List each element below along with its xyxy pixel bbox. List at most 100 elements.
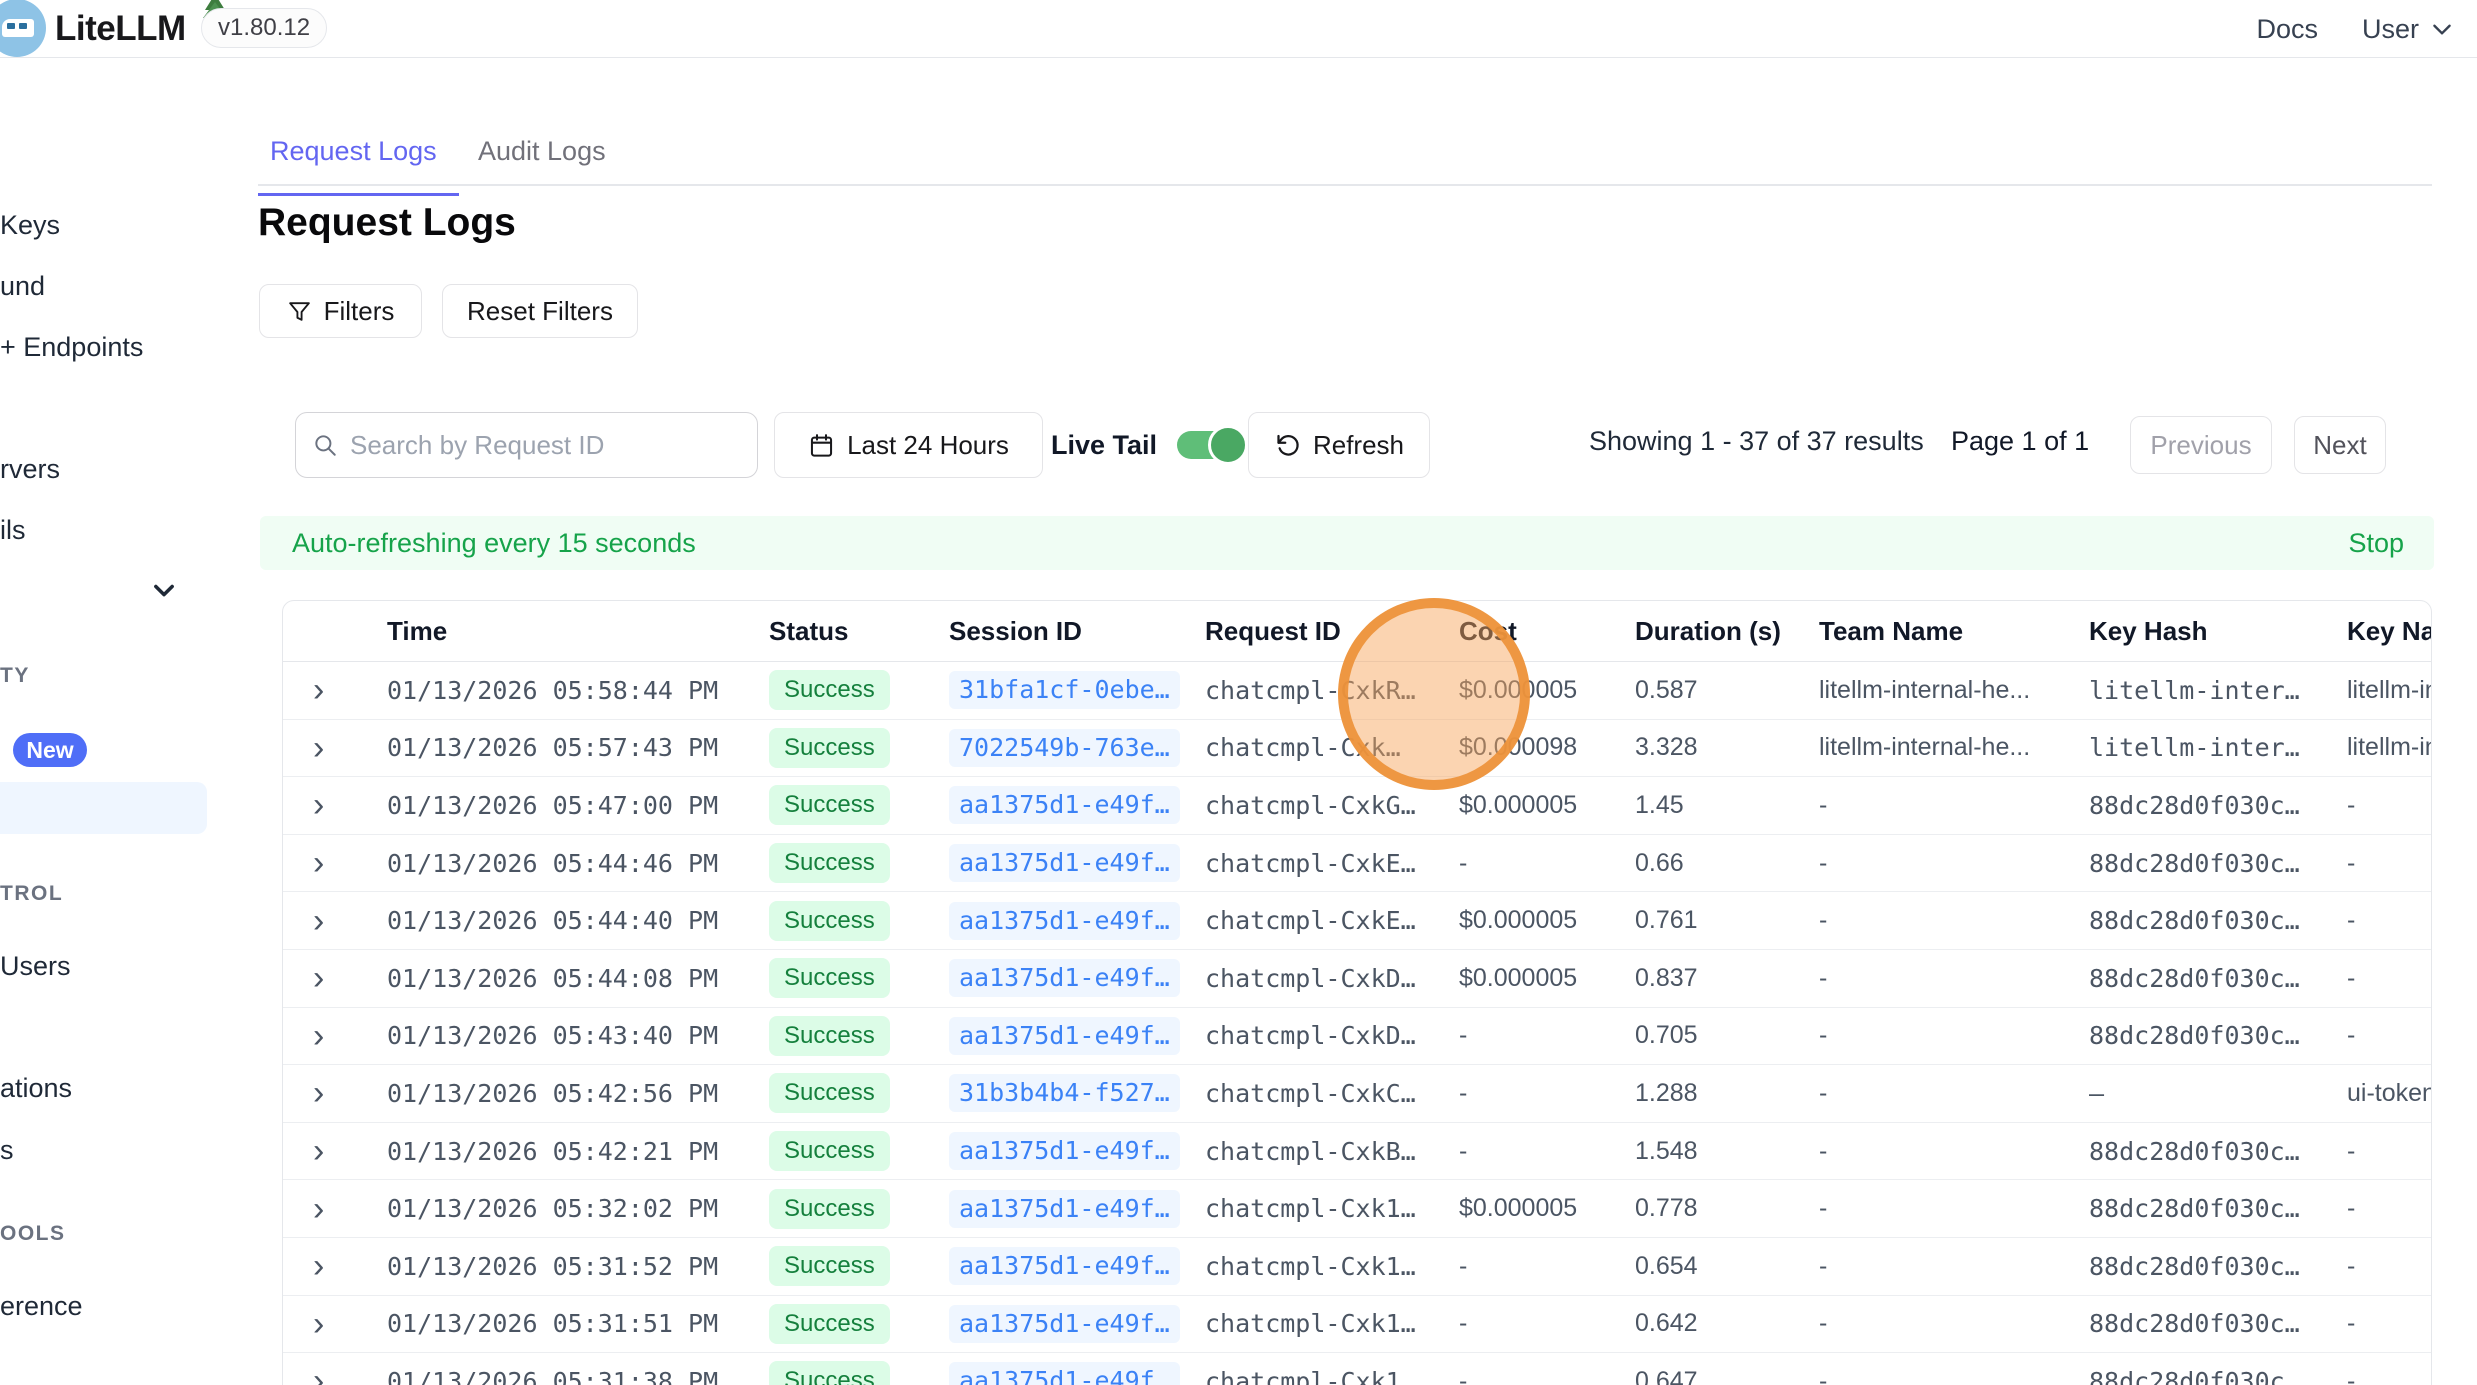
sidebar-item-organizations[interactable]: ations [0, 1073, 72, 1104]
cell-duration: 0.66 [1619, 849, 1803, 878]
sidebar-item-playground[interactable]: und [0, 271, 45, 302]
sidebar-section-access-control: TROL [0, 882, 63, 906]
session-id-link[interactable]: aa1375d1-e49f… [949, 1362, 1180, 1385]
cell-team-name: - [1803, 1021, 2073, 1050]
expand-row-chevron-icon[interactable]: › [299, 1249, 324, 1283]
session-id-link[interactable]: aa1375d1-e49f… [949, 1190, 1180, 1228]
cell-cost: - [1443, 1309, 1619, 1338]
sidebar-item-models-endpoints[interactable]: + Endpoints [0, 332, 143, 363]
session-id-link[interactable]: aa1375d1-e49f… [949, 844, 1180, 882]
table-row[interactable]: › 01/13/2026 05:31:52 PM Success aa1375d… [283, 1238, 2431, 1296]
expand-row-chevron-icon[interactable]: › [299, 1192, 324, 1226]
session-id-link[interactable]: aa1375d1-e49f… [949, 786, 1180, 824]
table-row[interactable]: › 01/13/2026 05:42:21 PM Success aa1375d… [283, 1123, 2431, 1181]
cell-key-name: - [2331, 1367, 2431, 1385]
search-input[interactable] [350, 430, 741, 461]
table-row[interactable]: › 01/13/2026 05:58:44 PM Success 31bfa1c… [283, 662, 2431, 720]
session-id-link[interactable]: aa1375d1-e49f… [949, 1247, 1180, 1285]
cell-request-id: chatcmpl-CxkC… [1189, 1079, 1443, 1108]
cell-cost: $0.000005 [1443, 964, 1619, 993]
table-row[interactable]: › 01/13/2026 05:44:40 PM Success aa1375d… [283, 892, 2431, 950]
sidebar-item-virtual-keys[interactable]: Keys [0, 210, 60, 241]
session-id-link[interactable]: 31b3b4b4-f527… [949, 1074, 1180, 1112]
expand-row-chevron-icon[interactable]: › [299, 788, 324, 822]
brand-title[interactable]: LiteLLM [55, 9, 186, 49]
cell-request-id: chatcmpl-CxkR… [1189, 676, 1443, 705]
expand-row-chevron-icon[interactable]: › [299, 1364, 324, 1385]
cell-team-name: - [1803, 1309, 2073, 1338]
previous-page-button[interactable]: Previous [2130, 416, 2272, 474]
table-row[interactable]: › 01/13/2026 05:42:56 PM Success 31b3b4b… [283, 1065, 2431, 1123]
auto-refresh-banner: Auto-refreshing every 15 seconds Stop [260, 516, 2434, 570]
expand-row-chevron-icon[interactable]: › [299, 673, 324, 707]
expand-row-chevron-icon[interactable]: › [299, 904, 324, 938]
sidebar-item-guardrails[interactable]: ils [0, 515, 26, 546]
table-row[interactable]: › 01/13/2026 05:44:08 PM Success aa1375d… [283, 950, 2431, 1008]
auto-refresh-message: Auto-refreshing every 15 seconds [292, 528, 696, 559]
reset-filters-button[interactable]: Reset Filters [442, 284, 638, 338]
cell-cost: - [1443, 1252, 1619, 1281]
session-id-link[interactable]: 7022549b-763e… [949, 729, 1180, 767]
expand-row-chevron-icon[interactable]: › [299, 1307, 324, 1341]
session-id-link[interactable]: aa1375d1-e49f… [949, 1305, 1180, 1343]
cell-key-name: litellm-int [2331, 733, 2431, 762]
expand-row-chevron-icon[interactable]: › [299, 1134, 324, 1168]
expand-row-chevron-icon[interactable]: › [299, 846, 324, 880]
cell-cost: $0.000005 [1443, 906, 1619, 935]
refresh-icon [1274, 432, 1301, 459]
session-id-link[interactable]: 31bfa1cf-0ebe… [949, 671, 1180, 709]
session-id-link[interactable]: aa1375d1-e49f… [949, 1017, 1180, 1055]
sidebar-nav: Keys und + Endpoints rvers ils TY New TR… [0, 58, 232, 1385]
sidebar-collapse-chevron-icon[interactable] [150, 576, 178, 604]
live-tail-toggle[interactable] [1177, 431, 1245, 459]
user-menu[interactable]: User [2362, 14, 2455, 45]
cell-time: 01/13/2026 05:43:40 PM [371, 1021, 753, 1050]
cell-request-id: chatcmpl-CxkE… [1189, 906, 1443, 935]
date-range-button[interactable]: Last 24 Hours [774, 412, 1043, 478]
col-request-id: Request ID [1189, 616, 1443, 647]
cell-cost: $0.000098 [1443, 733, 1619, 762]
status-badge: Success [769, 843, 890, 883]
expand-row-chevron-icon[interactable]: › [299, 731, 324, 765]
sidebar-item-logs-selected[interactable] [0, 782, 207, 834]
table-row[interactable]: › 01/13/2026 05:32:02 PM Success aa1375d… [283, 1180, 2431, 1238]
results-summary: Showing 1 - 37 of 37 results [1589, 426, 1924, 457]
table-row[interactable]: › 01/13/2026 05:44:46 PM Success aa1375d… [283, 835, 2431, 893]
expand-row-chevron-icon[interactable]: › [299, 961, 324, 995]
cell-request-id: chatcmpl-CxkE… [1189, 849, 1443, 878]
session-id-link[interactable]: aa1375d1-e49f… [949, 902, 1180, 940]
expand-row-chevron-icon[interactable]: › [299, 1076, 324, 1110]
next-page-button[interactable]: Next [2294, 416, 2386, 474]
cell-key-hash: 88dc28d0f030c… [2073, 1021, 2331, 1050]
expand-row-chevron-icon[interactable]: › [299, 1019, 324, 1053]
cell-time: 01/13/2026 05:57:43 PM [371, 733, 753, 762]
docs-link[interactable]: Docs [2256, 14, 2318, 45]
cell-request-id: chatcmpl-CxkG… [1189, 791, 1443, 820]
sidebar-item-internal-users[interactable]: Users [0, 951, 71, 982]
status-badge: Success [769, 1131, 890, 1171]
table-row[interactable]: › 01/13/2026 05:31:51 PM Success aa1375d… [283, 1296, 2431, 1354]
cell-cost: - [1443, 1137, 1619, 1166]
status-badge: Success [769, 1246, 890, 1286]
sidebar-item-mcp-servers[interactable]: rvers [0, 454, 60, 485]
litellm-logo-icon[interactable] [0, 0, 46, 57]
table-row[interactable]: › 01/13/2026 05:31:38 PM Success aa1375d… [283, 1353, 2431, 1385]
table-row[interactable]: › 01/13/2026 05:43:40 PM Success aa1375d… [283, 1008, 2431, 1066]
tab-request-logs[interactable]: Request Logs [262, 136, 445, 167]
session-id-link[interactable]: aa1375d1-e49f… [949, 959, 1180, 997]
status-badge: Success [769, 958, 890, 998]
filters-button[interactable]: Filters [259, 284, 422, 338]
sidebar-section-tools: OOLS [0, 1222, 66, 1246]
table-row[interactable]: › 01/13/2026 05:47:00 PM Success aa1375d… [283, 777, 2431, 835]
cell-duration: 1.548 [1619, 1137, 1803, 1166]
sidebar-item-api-reference[interactable]: erence [0, 1291, 83, 1322]
stop-auto-refresh-link[interactable]: Stop [2348, 528, 2404, 559]
cell-team-name: - [1803, 906, 2073, 935]
session-id-link[interactable]: aa1375d1-e49f… [949, 1132, 1180, 1170]
sidebar-item-teams[interactable]: s [0, 1135, 14, 1166]
refresh-button[interactable]: Refresh [1248, 412, 1430, 478]
tab-audit-logs[interactable]: Audit Logs [470, 136, 614, 167]
cell-request-id: chatcmpl-CxkD… [1189, 964, 1443, 993]
cell-duration: 0.647 [1619, 1367, 1803, 1385]
table-row[interactable]: › 01/13/2026 05:57:43 PM Success 7022549… [283, 720, 2431, 778]
